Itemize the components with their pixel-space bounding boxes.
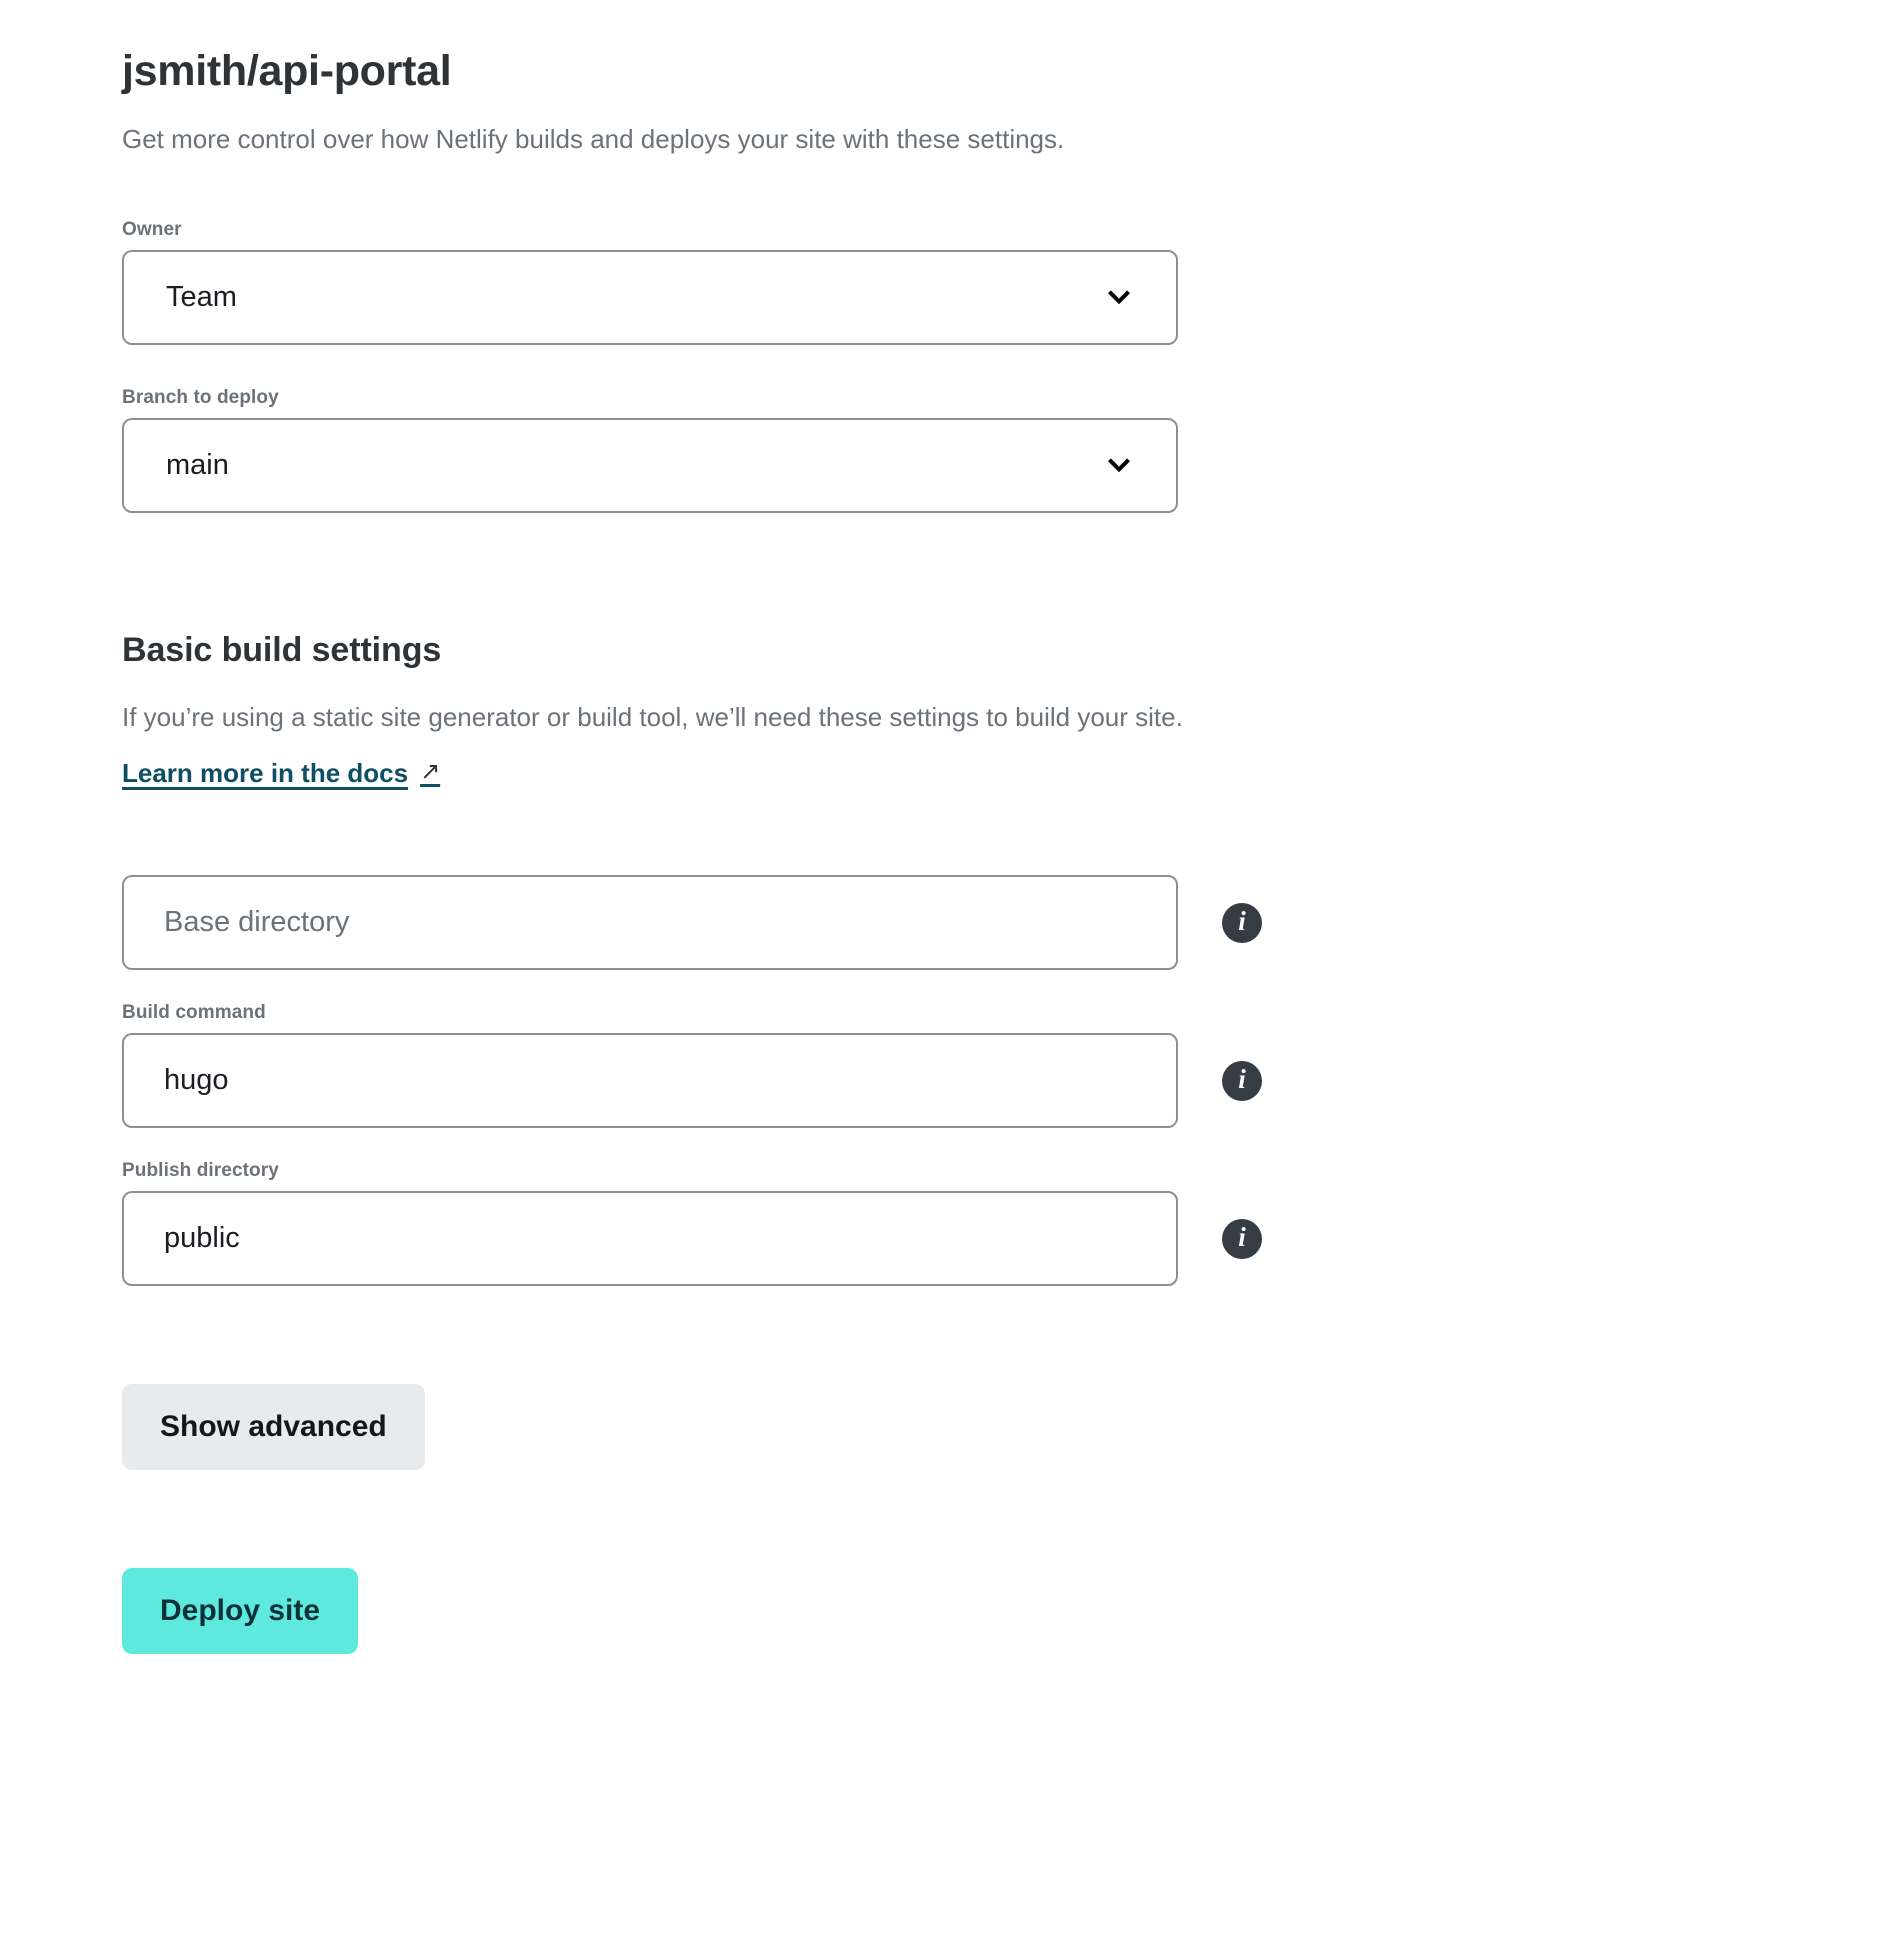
chevron-down-icon	[1104, 282, 1134, 312]
show-advanced-button[interactable]: Show advanced	[122, 1384, 425, 1471]
publish-directory-label: Publish directory	[122, 1160, 279, 1182]
deploy-site-button[interactable]: Deploy site	[122, 1568, 359, 1655]
branch-label: Branch to deploy	[122, 386, 279, 408]
branch-select-wrap: main	[122, 417, 1178, 513]
page-subtitle: Get more control over how Netlify builds…	[122, 123, 1065, 154]
base-directory-row: i	[122, 875, 1894, 971]
spacer-before-inputs	[122, 789, 1894, 875]
build-command-input[interactable]	[122, 1033, 1178, 1129]
owner-field: Owner Team	[122, 219, 1894, 345]
owner-select[interactable]: Team	[122, 249, 1178, 345]
branch-control-row: main	[122, 417, 1894, 513]
spacer-before-deploy	[122, 1470, 1894, 1568]
docs-link-label: Learn more in the docs	[122, 758, 409, 789]
info-icon[interactable]: i	[1222, 1060, 1262, 1101]
branch-select-value: main	[166, 448, 229, 481]
branch-select[interactable]: main	[122, 417, 1178, 513]
info-icon[interactable]: i	[1222, 902, 1262, 943]
build-command-field: Build command i	[122, 1002, 1894, 1129]
owner-select-value: Team	[166, 280, 237, 313]
spacer-before-advanced	[122, 1318, 1894, 1384]
section-heading-basic-build: Basic build settings	[122, 630, 442, 669]
publish-directory-input[interactable]	[122, 1191, 1178, 1287]
chevron-down-icon	[1104, 450, 1134, 480]
owner-label: Owner	[122, 218, 182, 240]
page-title: jsmith/api-portal	[122, 47, 452, 95]
owner-control-row: Team	[122, 249, 1894, 345]
publish-directory-field: Publish directory i	[122, 1160, 1894, 1287]
build-command-label: Build command	[122, 1002, 266, 1024]
branch-field: Branch to deploy main	[122, 387, 1894, 513]
build-command-row: i	[122, 1033, 1894, 1129]
base-directory-field: i	[122, 875, 1894, 971]
section-description: If you’re using a static site generator …	[122, 701, 1183, 732]
spacer-owner-branch	[122, 371, 1894, 387]
learn-more-docs-link[interactable]: Learn more in the docs ↗	[122, 758, 440, 789]
publish-directory-row: i	[122, 1191, 1894, 1287]
build-settings-page: jsmith/api-portal Get more control over …	[0, 0, 1894, 1655]
external-link-icon: ↗	[420, 757, 441, 785]
base-directory-input[interactable]	[122, 875, 1178, 971]
info-icon[interactable]: i	[1222, 1218, 1262, 1259]
spacer-before-section	[122, 539, 1894, 631]
owner-select-wrap: Team	[122, 249, 1178, 345]
